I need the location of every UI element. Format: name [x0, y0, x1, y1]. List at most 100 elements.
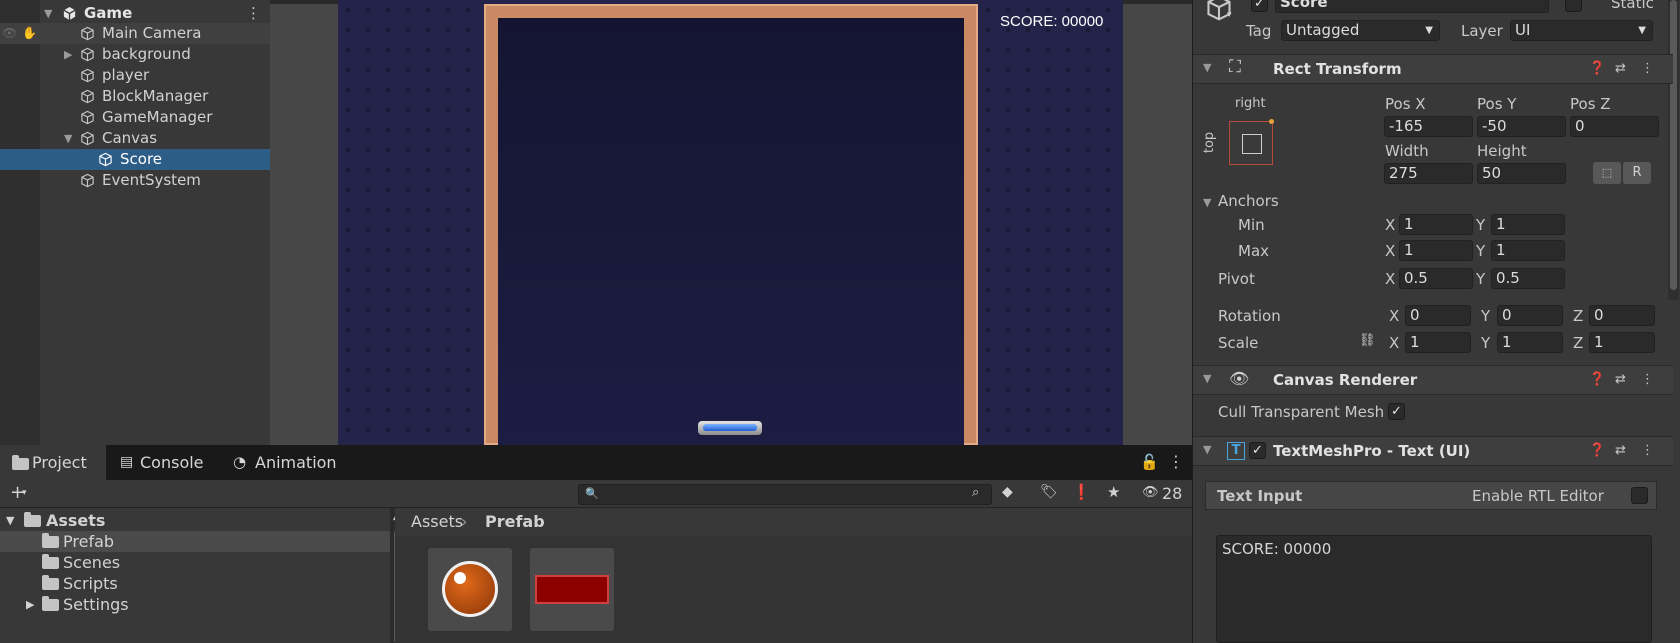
- pos-y-field[interactable]: -50: [1477, 116, 1566, 137]
- pos-z-field[interactable]: 0: [1570, 116, 1659, 137]
- presets-icon[interactable]: ⇄: [1615, 443, 1626, 458]
- active-checkbox[interactable]: ✓: [1251, 0, 1268, 12]
- width-field[interactable]: 275: [1384, 163, 1473, 184]
- hierarchy-item-canvas[interactable]: ▼ Canvas: [0, 128, 270, 149]
- search-by-type-icon[interactable]: ⌕: [972, 485, 979, 500]
- tab-animation[interactable]: ◔ Animation: [225, 445, 345, 480]
- search-input[interactable]: 🔍: [578, 484, 992, 505]
- hierarchy-item-score[interactable]: Score: [0, 149, 270, 170]
- pos-x-field[interactable]: -165: [1384, 116, 1473, 137]
- fold-down-icon[interactable]: ▼: [1203, 443, 1211, 456]
- breadcrumb-current[interactable]: Prefab: [485, 508, 545, 536]
- scene-menu-icon[interactable]: ⋮: [246, 3, 261, 24]
- tab-console[interactable]: ▤ Console: [112, 445, 212, 480]
- tree-item-assets[interactable]: ▼ Assets: [0, 510, 390, 531]
- fold-right-icon[interactable]: ▶: [26, 594, 34, 615]
- filter-by-label-icon[interactable]: 🏷: [1040, 484, 1058, 500]
- anchor-min-x-field[interactable]: 1: [1399, 214, 1473, 235]
- blueprint-mode-icon[interactable]: ⬚: [1593, 162, 1621, 184]
- help-icon[interactable]: ❓: [1589, 372, 1605, 387]
- static-checkbox[interactable]: [1565, 0, 1582, 12]
- scene-view[interactable]: SCORE: 00000: [270, 0, 1192, 445]
- hierarchy-item-label: player: [102, 66, 150, 84]
- scale-y-field[interactable]: 1: [1497, 332, 1563, 353]
- height-field[interactable]: 50: [1477, 163, 1566, 184]
- tree-item-settings[interactable]: ▶ Settings: [0, 594, 390, 615]
- cull-transparent-mesh-checkbox[interactable]: ✓: [1388, 403, 1405, 420]
- presets-icon[interactable]: ⇄: [1615, 61, 1626, 76]
- fold-right-icon[interactable]: ▶: [64, 44, 76, 65]
- hierarchy-scene-root[interactable]: ▼ Game ⋮: [0, 3, 270, 24]
- chevron-down-icon[interactable]: ▾: [1227, 10, 1232, 20]
- tree-item-label: Prefab: [63, 532, 115, 551]
- textmeshpro-header[interactable]: ▼ T ✓ TextMeshPro - Text (UI) ❓ ⇄ ⋮: [1193, 436, 1673, 466]
- pivot-y-field[interactable]: 0.5: [1491, 268, 1565, 289]
- inspector-panel: ▾ ✓ Score Static Tag Untagged ▼ Layer UI…: [1192, 0, 1680, 643]
- component-menu-icon[interactable]: ⋮: [1641, 61, 1654, 76]
- chevron-down-icon[interactable]: ▾: [22, 488, 27, 498]
- hierarchy-item-eventsystem[interactable]: EventSystem: [0, 170, 270, 191]
- inspector-scrollbar[interactable]: [1668, 0, 1679, 300]
- bottom-tab-bar: Project ▤ Console ◔ Animation 🔓 ⋮: [0, 445, 1192, 480]
- console-icon: ▤: [120, 454, 134, 470]
- presets-icon[interactable]: ⇄: [1615, 372, 1626, 387]
- layer-dropdown[interactable]: UI ▼: [1510, 20, 1653, 41]
- hierarchy-item-blockmanager[interactable]: BlockManager: [0, 86, 270, 107]
- fold-down-icon[interactable]: ▼: [6, 510, 14, 531]
- y-axis-label: Y: [1476, 242, 1486, 260]
- rotation-x-field[interactable]: 0: [1405, 305, 1471, 326]
- tree-item-scenes[interactable]: Scenes: [0, 552, 390, 573]
- scale-z-field[interactable]: 1: [1589, 332, 1655, 353]
- constrain-proportions-link-icon[interactable]: ⛓: [1359, 333, 1376, 348]
- tab-project[interactable]: Project: [0, 445, 106, 480]
- filter-by-type-icon[interactable]: ◆: [1002, 484, 1013, 500]
- tree-item-scripts[interactable]: Scripts: [0, 573, 390, 594]
- lock-icon[interactable]: 🔓: [1140, 453, 1159, 471]
- rect-transform-header[interactable]: ▼ ⛶ Rect Transform ❓ ⇄ ⋮: [1193, 54, 1673, 84]
- component-enabled-checkbox[interactable]: ✓: [1249, 442, 1266, 459]
- favorite-star-icon[interactable]: ★: [1107, 483, 1120, 501]
- text-input-area[interactable]: SCORE: 00000: [1216, 535, 1652, 643]
- rotation-z-field[interactable]: 0: [1589, 305, 1655, 326]
- pickable-hand-icon[interactable]: ✋: [22, 23, 37, 44]
- hierarchy-item-gamemanager[interactable]: GameManager: [0, 107, 270, 128]
- pos-x-label: Pos X: [1385, 95, 1426, 113]
- ball-thumbnail: [442, 561, 498, 617]
- log-filter-icon[interactable]: ❗: [1072, 483, 1091, 501]
- pos-y-label: Pos Y: [1477, 95, 1517, 113]
- anchor-max-y-field[interactable]: 1: [1491, 240, 1565, 261]
- hierarchy-item-player[interactable]: player: [0, 65, 270, 86]
- tag-dropdown[interactable]: Untagged ▼: [1281, 20, 1440, 41]
- pivot-x-field[interactable]: 0.5: [1399, 268, 1473, 289]
- fold-down-icon[interactable]: ▼: [44, 3, 56, 24]
- help-icon[interactable]: ❓: [1589, 61, 1605, 76]
- anchor-presets-button[interactable]: [1229, 119, 1274, 165]
- breadcrumb-root[interactable]: Assets: [411, 508, 463, 536]
- panel-menu-icon[interactable]: ⋮: [1168, 452, 1184, 471]
- hierarchy-item-main-camera[interactable]: 👁 ✋ Main Camera: [0, 23, 270, 44]
- hierarchy-item-background[interactable]: ▶ background: [0, 44, 270, 65]
- raw-edit-button[interactable]: R: [1623, 162, 1651, 184]
- fold-down-icon[interactable]: ▼: [1203, 61, 1211, 74]
- anchor-max-x-field[interactable]: 1: [1399, 240, 1473, 261]
- unity-scene-icon: [63, 6, 76, 21]
- canvas-renderer-header[interactable]: ▼ 👁 Canvas Renderer ❓ ⇄ ⋮: [1193, 365, 1673, 395]
- fold-down-icon[interactable]: ▼: [64, 128, 76, 149]
- rotation-y-field[interactable]: 0: [1497, 305, 1563, 326]
- fold-down-icon[interactable]: ▼: [1203, 196, 1211, 209]
- help-icon[interactable]: ❓: [1589, 443, 1605, 458]
- anchor-min-y-field[interactable]: 1: [1491, 214, 1565, 235]
- enable-rtl-editor-checkbox[interactable]: [1631, 487, 1648, 504]
- y-axis-label: Y: [1476, 216, 1486, 234]
- fold-down-icon[interactable]: ▼: [1203, 372, 1211, 385]
- tree-item-prefab[interactable]: Prefab: [0, 531, 390, 552]
- component-menu-icon[interactable]: ⋮: [1641, 372, 1654, 387]
- hidden-packages-eye-icon[interactable]: 👁: [1142, 485, 1159, 500]
- object-name-field[interactable]: Score: [1275, 0, 1549, 13]
- asset-ball-prefab[interactable]: [428, 548, 512, 631]
- asset-brick-prefab[interactable]: [530, 548, 614, 631]
- component-menu-icon[interactable]: ⋮: [1641, 443, 1654, 458]
- scrollbar-thumb[interactable]: [1670, 0, 1677, 290]
- visibility-eye-icon[interactable]: 👁: [2, 23, 17, 44]
- scale-x-field[interactable]: 1: [1405, 332, 1471, 353]
